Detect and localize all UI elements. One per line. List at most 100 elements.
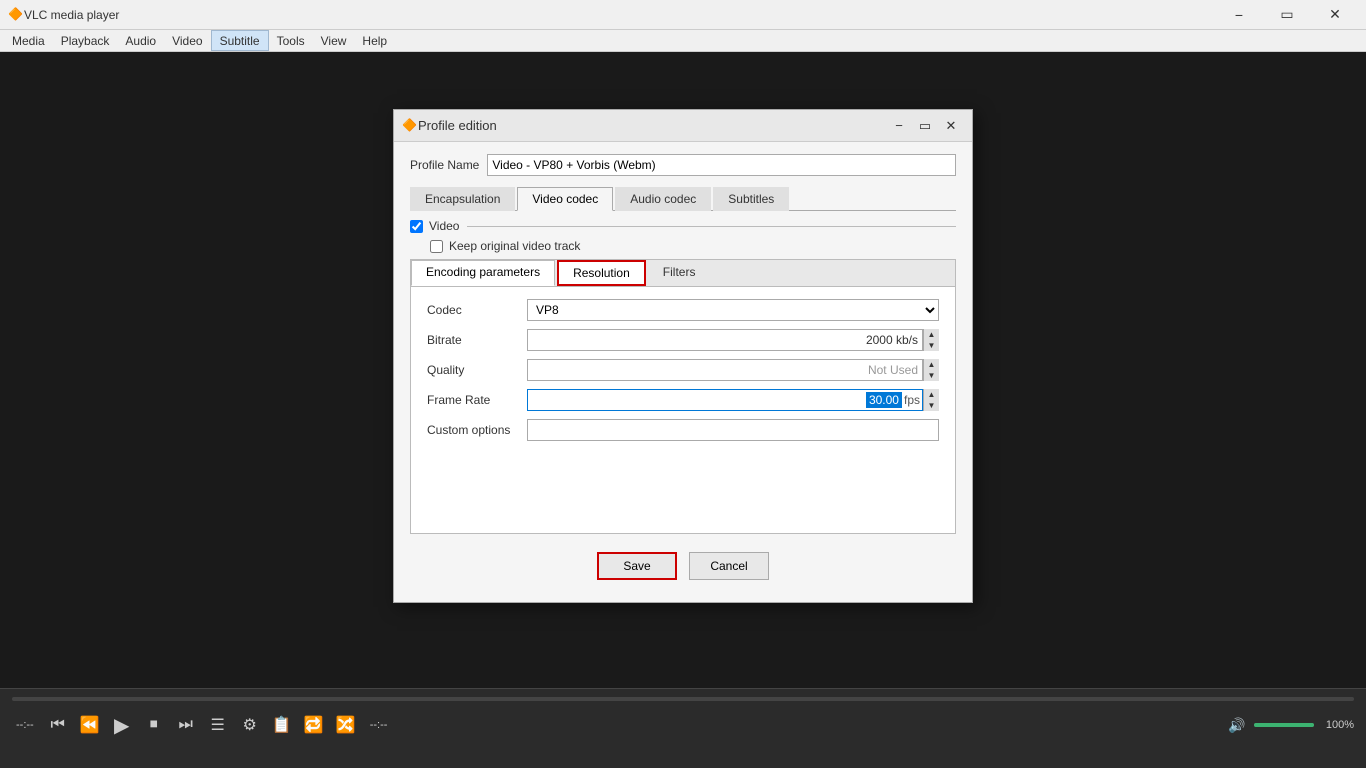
time-elapsed: --:-- [16,719,34,731]
extended-button[interactable]: ⚙ [238,713,262,737]
inner-tabs-row: Encoding parameters Resolution Filters [411,260,955,287]
main-area: 🔶 Profile edition − ▭ ✕ Profile Name Enc… [0,52,1366,688]
menu-view[interactable]: View [313,30,355,51]
tab-video-codec[interactable]: Video codec [517,187,613,211]
quality-label: Quality [427,363,527,377]
keep-original-checkbox[interactable] [430,240,443,253]
framerate-field: 30.00 fps [527,389,923,411]
quality-spinner: Not Used [527,359,923,381]
video-checkbox-row: Video [410,219,956,233]
codec-select[interactable]: VP8 [527,299,939,321]
menu-video[interactable]: Video [164,30,210,51]
custom-options-control [527,419,939,441]
profile-name-label: Profile Name [410,158,479,172]
framerate-down-button[interactable]: ▼ [924,400,939,411]
volume-bar[interactable] [1254,723,1314,727]
menu-bar: Media Playback Audio Video Subtitle Tool… [0,30,1366,52]
framerate-unit: fps [904,393,920,407]
quality-up-button[interactable]: ▲ [924,359,939,370]
dialog-minimize-button[interactable]: − [886,115,912,137]
menu-audio[interactable]: Audio [117,30,164,51]
next-button[interactable]: ⏭ [174,713,198,737]
dialog-title: Profile edition [418,118,886,133]
video-checkbox[interactable] [410,220,423,233]
prev-track-button[interactable]: ⏮ [46,713,70,737]
dialog-overlay: 🔶 Profile edition − ▭ ✕ Profile Name Enc… [0,104,1366,608]
play-button[interactable]: ▶ [110,713,134,737]
codec-row: Codec VP8 [419,295,947,325]
app-title: VLC media player [24,8,1216,22]
transport-row: --:-- ⏮ ⏪ ▶ ⏹ ⏭ ☰ ⚙ 📋 🔁 🔀 --:-- 🔊 100% [0,709,1366,741]
custom-options-label: Custom options [427,423,527,437]
quality-arrows: ▲ ▼ [923,359,939,381]
save-button[interactable]: Save [597,552,677,580]
bitrate-control: 2000 kb/s ▲ ▼ [527,329,939,351]
framerate-arrows: ▲ ▼ [923,389,939,411]
bitrate-down-button[interactable]: ▼ [924,340,939,351]
bitrate-arrows: ▲ ▼ [923,329,939,351]
dialog-body: Profile Name Encapsulation Video codec A… [394,142,972,602]
quality-value: Not Used [532,363,918,377]
inner-tab-resolution[interactable]: Resolution [557,260,646,286]
cancel-button[interactable]: Cancel [689,552,769,580]
video-checkbox-label: Video [429,219,459,233]
framerate-up-button[interactable]: ▲ [924,389,939,400]
profile-edition-dialog: 🔶 Profile edition − ▭ ✕ Profile Name Enc… [393,109,973,603]
menu-tools[interactable]: Tools [269,30,313,51]
bottom-bar: --:-- ⏮ ⏪ ▶ ⏹ ⏭ ☰ ⚙ 📋 🔁 🔀 --:-- 🔊 100% [0,688,1366,768]
tab-subtitles[interactable]: Subtitles [713,187,789,211]
framerate-label: Frame Rate [427,393,527,407]
dialog-titlebar: 🔶 Profile edition − ▭ ✕ [394,110,972,142]
codec-label: Codec [427,303,527,317]
playlist-button[interactable]: ☰ [206,713,230,737]
minimize-button[interactable]: − [1216,0,1262,30]
quality-row: Quality Not Used ▲ ▼ [419,355,947,385]
custom-options-row: Custom options [419,415,947,445]
dialog-footer: Save Cancel [410,542,956,590]
time-separator: --:-- [370,719,388,731]
menu-playback[interactable]: Playback [53,30,118,51]
keep-original-label: Keep original video track [449,239,580,253]
custom-options-input[interactable] [527,419,939,441]
bitrate-spinner: 2000 kb/s [527,329,923,351]
bitrate-value: 2000 kb/s [532,333,918,347]
dialog-close-button[interactable]: ✕ [938,115,964,137]
volume-label: 100% [1326,719,1354,731]
inner-tab-encoding[interactable]: Encoding parameters [411,260,555,286]
menu-subtitle[interactable]: Subtitle [211,30,269,51]
volume-icon: 🔊 [1228,717,1245,734]
bitrate-label: Bitrate [427,333,527,347]
inner-tab-filters[interactable]: Filters [648,260,711,286]
framerate-control: 30.00 fps ▲ ▼ [527,389,939,411]
volume-fill [1254,723,1314,727]
random-button[interactable]: 🔀 [334,713,358,737]
profile-name-row: Profile Name [410,154,956,176]
tab-audio-codec[interactable]: Audio codec [615,187,711,211]
menu-help[interactable]: Help [354,30,395,51]
prev-button[interactable]: ⏪ [78,713,102,737]
app-titlebar: 🔶 VLC media player − ▭ ✕ [0,0,1366,30]
stop-button[interactable]: ⏹ [142,713,166,737]
playlist2-button[interactable]: 📋 [270,713,294,737]
loop-button[interactable]: 🔁 [302,713,326,737]
inner-tabs-container: Encoding parameters Resolution Filters C… [410,259,956,534]
framerate-value[interactable]: 30.00 [866,392,902,408]
bitrate-row: Bitrate 2000 kb/s ▲ ▼ [419,325,947,355]
close-button[interactable]: ✕ [1312,0,1358,30]
profile-name-input[interactable] [487,154,956,176]
seek-bar[interactable] [12,697,1354,701]
app-icon: 🔶 [8,7,24,23]
quality-down-button[interactable]: ▼ [924,370,939,381]
main-tabs: Encapsulation Video codec Audio codec Su… [410,186,956,211]
bitrate-up-button[interactable]: ▲ [924,329,939,340]
content-spacer [419,445,947,525]
encoding-params-content: Codec VP8 Bitrate [411,287,955,533]
dialog-maximize-button[interactable]: ▭ [912,115,938,137]
menu-media[interactable]: Media [4,30,53,51]
quality-control: Not Used ▲ ▼ [527,359,939,381]
codec-control: VP8 [527,299,939,321]
tab-encapsulation[interactable]: Encapsulation [410,187,515,211]
keep-original-row: Keep original video track [430,239,956,253]
maximize-button[interactable]: ▭ [1264,0,1310,30]
window-controls: − ▭ ✕ [1216,0,1358,30]
